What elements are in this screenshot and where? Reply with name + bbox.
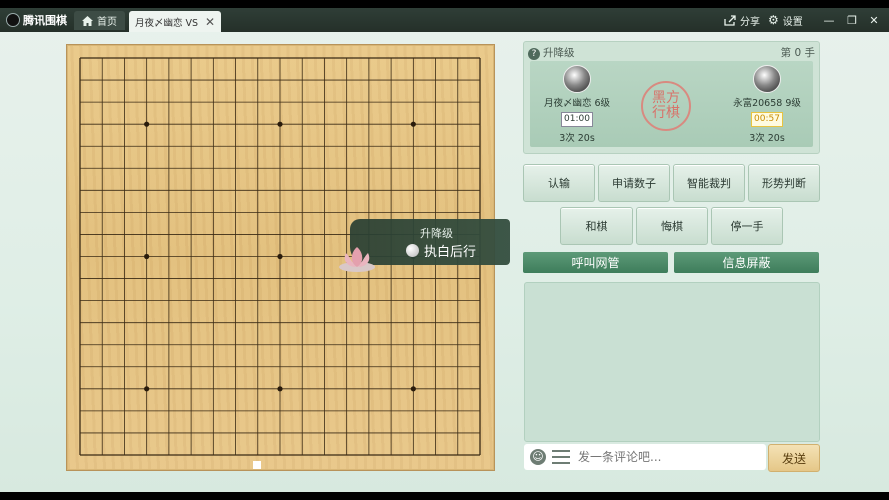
player-left-name: 月夜〆幽恋 6级 <box>543 98 611 109</box>
star-point <box>410 386 416 392</box>
player-left-timer: 01:00 <box>561 112 593 127</box>
star-point <box>277 386 283 392</box>
call-admin-button[interactable]: 呼叫网管 <box>523 252 668 273</box>
panel-title: 升降级 <box>543 46 575 59</box>
seal-line1: 黑方 <box>652 90 680 106</box>
notice-text-row: 执白后行 <box>406 241 476 260</box>
notice-text: 执白后行 <box>424 245 477 260</box>
lotus-icon <box>339 247 375 272</box>
title-bar: 腾讯围棋 首页 月夜〆幽恋 VS ✕ 分享 ⚙ 设置 — ❐ ✕ <box>0 8 889 32</box>
pass-button[interactable]: 停一手 <box>711 207 783 245</box>
star-point <box>410 121 416 127</box>
close-button[interactable]: ✕ <box>867 11 881 29</box>
avatar[interactable] <box>563 65 591 93</box>
tab-game-label: 月夜〆幽恋 VS <box>135 17 199 29</box>
chat-input-bar: ☺ <box>524 444 766 470</box>
avatar[interactable] <box>753 65 781 93</box>
star-point <box>277 253 283 260</box>
emoji-icon[interactable]: ☺ <box>530 449 546 465</box>
share-label: 分享 <box>740 16 760 28</box>
restore-icon: ❐ <box>847 13 857 27</box>
player-right-name: 永富20658 9级 <box>733 98 801 109</box>
panel-header: ? 升降级 第 0 手 <box>528 45 815 60</box>
maximize-button[interactable]: ❐ <box>845 11 859 29</box>
black-to-move-seal: 黑方 行棋 <box>641 81 691 131</box>
smart-judge-button[interactable]: 智能裁判 <box>673 164 745 202</box>
share-icon <box>724 14 736 26</box>
seal-line2: 行棋 <box>652 105 680 121</box>
settings-button[interactable]: ⚙ 设置 <box>768 11 803 29</box>
undo-button[interactable]: 悔棋 <box>636 207 708 245</box>
gear-icon: ⚙ <box>768 13 779 27</box>
game-window: 腾讯围棋 首页 月夜〆幽恋 VS ✕ 分享 ⚙ 设置 — ❐ ✕ 升降级 执白后… <box>0 8 889 492</box>
star-point <box>277 121 283 127</box>
draw-button[interactable]: 和棋 <box>560 207 633 245</box>
minimize-button[interactable]: — <box>822 11 836 29</box>
send-button[interactable]: 发送 <box>768 444 820 472</box>
help-icon[interactable]: ? <box>528 47 540 60</box>
request-count-button[interactable]: 申请数子 <box>598 164 670 202</box>
player-right: 永富20658 9级 00:57 3次 20s <box>722 65 812 144</box>
comment-input[interactable] <box>576 449 740 465</box>
players-area: 月夜〆幽恋 6级 01:00 3次 20s 黑方 行棋 永富20658 9级 0… <box>530 61 813 147</box>
game-info-panel: ? 升降级 第 0 手 月夜〆幽恋 6级 01:00 3次 20s 黑方 行棋 永… <box>523 41 820 154</box>
close-tab-icon[interactable]: ✕ <box>205 15 215 29</box>
tab-home-label: 首页 <box>97 17 117 28</box>
list-icon[interactable] <box>552 450 570 464</box>
share-button[interactable]: 分享 <box>724 11 760 29</box>
app-logo-text: 腾讯围棋 <box>23 14 67 27</box>
tab-home[interactable]: 首页 <box>74 11 125 30</box>
close-icon: ✕ <box>869 13 879 27</box>
chat-area[interactable] <box>524 282 820 442</box>
star-point <box>144 386 150 392</box>
situation-judge-button[interactable]: 形势判断 <box>748 164 820 202</box>
star-point <box>144 121 150 127</box>
move-counter: 第 0 手 <box>780 46 815 59</box>
settings-label: 设置 <box>782 16 803 28</box>
player-right-byoyomi: 3次 20s <box>749 133 785 144</box>
panel-title-row: ? 升降级 <box>528 45 575 60</box>
block-info-button[interactable]: 信息屏蔽 <box>674 252 819 273</box>
player-left-byoyomi: 3次 20s <box>559 133 595 144</box>
player-left: 月夜〆幽恋 6级 01:00 3次 20s <box>532 65 622 144</box>
tab-game[interactable]: 月夜〆幽恋 VS ✕ <box>129 11 221 32</box>
white-stone-icon <box>406 244 419 257</box>
app-logo: 腾讯围棋 <box>6 11 67 29</box>
player-right-timer: 00:57 <box>751 112 783 127</box>
star-point <box>144 253 150 260</box>
minimize-icon: — <box>823 13 835 27</box>
go-stone-logo-icon <box>6 13 20 27</box>
home-icon <box>82 15 93 26</box>
notice-title: 升降级 <box>420 227 453 240</box>
board-marker <box>253 461 261 469</box>
resign-button[interactable]: 认输 <box>523 164 595 202</box>
